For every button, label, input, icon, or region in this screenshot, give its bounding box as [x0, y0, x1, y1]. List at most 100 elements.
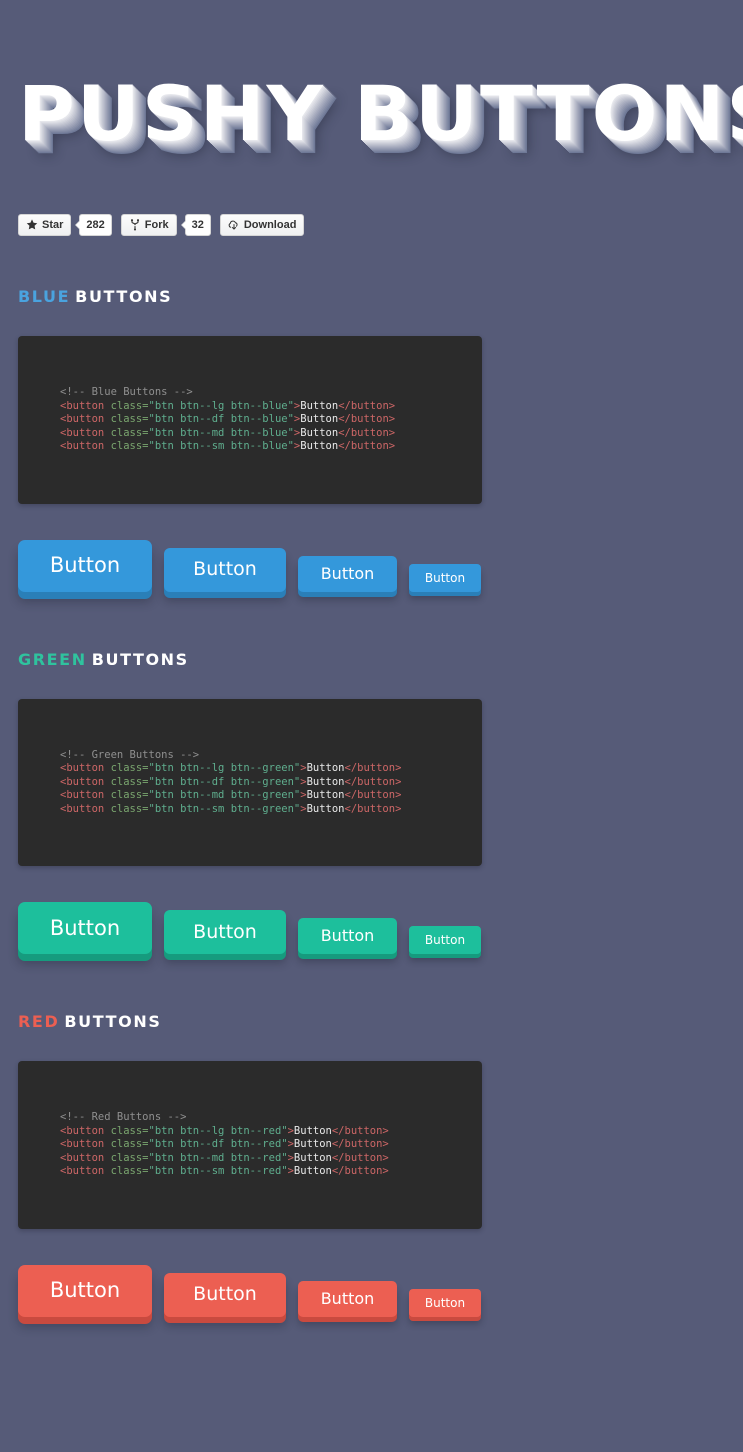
pushy-button-green-lg[interactable]: Button [18, 902, 152, 955]
section-plain-word: BUTTONS [75, 287, 173, 307]
code-close: </button> [338, 426, 396, 439]
code-content-blue: <!-- Blue Buttons --> <button class="btn… [18, 386, 482, 454]
code-close: </button> [344, 789, 402, 802]
code-comment: <!-- Blue Buttons --> [60, 386, 193, 399]
pushy-button-red-sm[interactable]: Button [409, 1288, 481, 1317]
section-plain-word: BUTTONS [91, 649, 189, 669]
code-value: "btn btn--md btn--red" [148, 1151, 288, 1164]
github-fork-button[interactable]: Fork [120, 214, 177, 237]
code-text: Button [300, 399, 339, 412]
github-star-label: Star [42, 218, 64, 231]
code-block-red: <!-- Red Buttons --> <button class="btn … [18, 1061, 482, 1229]
code-attr: class= [110, 1165, 149, 1178]
code-text: Button [293, 1138, 332, 1151]
github-download-button[interactable]: Download [219, 214, 305, 237]
code-value: "btn btn--sm btn--green" [148, 802, 301, 815]
code-value: "btn btn--sm btn--red" [148, 1165, 288, 1178]
pushy-button-red-md[interactable]: Button [298, 1280, 397, 1317]
code-attr: class= [110, 1151, 149, 1164]
code-text: Button [306, 802, 345, 815]
code-close: </button> [338, 440, 396, 453]
code-content-red: <!-- Red Buttons --> <button class="btn … [18, 1111, 482, 1179]
code-text: Button [300, 426, 339, 439]
github-fork-count[interactable]: 32 [180, 214, 211, 237]
code-block-blue: <!-- Blue Buttons --> <button class="btn… [18, 336, 482, 504]
section-heading-blue: BLUE BUTTONS [18, 287, 725, 306]
code-close: </button> [331, 1151, 389, 1164]
code-attr: class= [110, 1124, 149, 1137]
code-text: Button [300, 413, 339, 426]
pushy-button-blue-sm[interactable]: Button [409, 563, 481, 592]
pushy-button-red-lg[interactable]: Button [18, 1264, 152, 1317]
code-value: "btn btn--df btn--green" [148, 775, 301, 788]
code-comment: <!-- Green Buttons --> [60, 748, 200, 761]
section-accent-word: BLUE [18, 287, 71, 307]
code-value: "btn btn--lg btn--blue" [148, 399, 294, 412]
fork-icon [129, 219, 141, 231]
pushy-button-green-sm[interactable]: Button [409, 926, 481, 955]
code-value: "btn btn--md btn--blue" [148, 426, 294, 439]
code-value: "btn btn--lg btn--green" [148, 762, 301, 775]
section-accent-word: RED [18, 1012, 60, 1032]
code-tag: <button [60, 802, 111, 815]
page-header: PUSHY BUTTONS [18, 0, 743, 155]
pushy-button-green-md[interactable]: Button [298, 918, 397, 955]
pushy-button-blue-lg[interactable]: Button [18, 539, 152, 592]
section-blue: BLUE BUTTONS <!-- Blue Buttons --> <butto… [18, 287, 725, 600]
section-red: RED BUTTONS <!-- Red Buttons --> <button … [18, 1012, 725, 1325]
pushy-button-red-df[interactable]: Button [164, 1272, 286, 1317]
page-root: PUSHY BUTTONS Star 282 Fork 32 Download [0, 0, 743, 1452]
page-title: PUSHY BUTTONS [18, 69, 743, 158]
code-close: </button> [331, 1165, 389, 1178]
code-tag: <button [60, 1138, 111, 1151]
code-close: </button> [344, 762, 402, 775]
code-close: </button> [338, 413, 396, 426]
code-attr: class= [110, 789, 149, 802]
section-green: GREEN BUTTONS <!-- Green Buttons --> <but… [18, 650, 725, 963]
cloud-download-icon [228, 219, 240, 231]
code-text: Button [293, 1165, 332, 1178]
code-close: </button> [344, 775, 402, 788]
button-row-green: Button Button Button Button [18, 902, 725, 962]
code-content-green: <!-- Green Buttons --> <button class="bt… [18, 749, 482, 817]
code-attr: class= [110, 426, 149, 439]
code-attr: class= [110, 1138, 149, 1151]
section-heading-green: GREEN BUTTONS [18, 650, 725, 669]
code-text: Button [300, 440, 339, 453]
code-tag: <button [60, 1151, 111, 1164]
code-tag: <button [60, 762, 111, 775]
code-tag: <button [60, 413, 111, 426]
github-star-count[interactable]: 282 [75, 214, 112, 237]
code-value: "btn btn--sm btn--blue" [148, 440, 294, 453]
code-value: "btn btn--lg btn--red" [148, 1124, 288, 1137]
code-text: Button [306, 775, 345, 788]
github-download-label: Download [243, 218, 297, 231]
pushy-button-blue-md[interactable]: Button [298, 555, 397, 592]
button-row-blue: Button Button Button Button [18, 539, 725, 600]
code-tag: <button [60, 440, 111, 453]
code-close: </button> [331, 1138, 389, 1151]
star-icon [26, 219, 38, 231]
code-attr: class= [110, 440, 149, 453]
github-star-button[interactable]: Star [18, 214, 72, 237]
code-close: </button> [344, 802, 402, 815]
code-value: "btn btn--md btn--green" [148, 789, 301, 802]
code-attr: class= [110, 802, 149, 815]
code-attr: class= [110, 762, 149, 775]
section-heading-red: RED BUTTONS [18, 1012, 725, 1031]
section-plain-word: BUTTONS [64, 1012, 162, 1032]
code-tag: <button [60, 426, 111, 439]
code-tag: <button [60, 399, 111, 412]
code-text: Button [293, 1124, 332, 1137]
pushy-button-green-df[interactable]: Button [164, 910, 286, 955]
code-comment: <!-- Red Buttons --> [60, 1111, 187, 1124]
code-attr: class= [110, 399, 149, 412]
button-row-red: Button Button Button Button [18, 1264, 725, 1325]
code-tag: <button [60, 1165, 111, 1178]
code-text: Button [306, 789, 345, 802]
code-close: </button> [338, 399, 396, 412]
code-value: "btn btn--df btn--red" [148, 1138, 288, 1151]
code-text: Button [306, 762, 345, 775]
code-attr: class= [110, 413, 149, 426]
pushy-button-blue-df[interactable]: Button [164, 547, 286, 592]
